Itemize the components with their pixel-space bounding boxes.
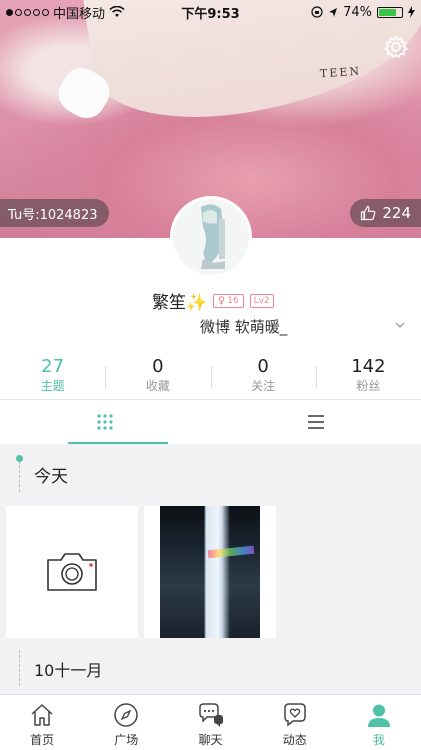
- tabbar-activity[interactable]: 动态: [253, 695, 337, 750]
- status-bar: 中国移动 下午9:53 74%: [0, 0, 421, 24]
- stat-favorites[interactable]: 0 收藏: [105, 356, 210, 398]
- tabbar-me-label: 我: [372, 733, 385, 747]
- tabbar-home[interactable]: 首页: [0, 695, 84, 750]
- likes-count: 224: [382, 204, 411, 222]
- timeline-date-today: 今天: [34, 467, 68, 487]
- charging-icon: [408, 6, 415, 18]
- stat-following-count: 0: [257, 356, 269, 377]
- tabbar-plaza[interactable]: 广场: [84, 695, 168, 750]
- person-icon: [367, 704, 390, 727]
- compass-icon: [114, 703, 139, 727]
- tabbar-chat-label: 聊天: [198, 733, 223, 747]
- tu-id-label: Tu号:1024823: [8, 207, 98, 223]
- timeline-dot: [16, 455, 23, 462]
- tabbar-chat[interactable]: 聊天: [168, 695, 252, 750]
- stat-fans-count: 142: [351, 356, 386, 377]
- stat-topics-label: 主题: [40, 379, 65, 393]
- timeline-connector: [19, 650, 20, 686]
- tabbar-activity-label: 动态: [282, 733, 307, 747]
- stat-following-label: 关注: [251, 379, 276, 393]
- list-icon: [307, 415, 324, 429]
- age-value: 16: [227, 295, 239, 306]
- weibo-link[interactable]: 微博 软萌暖_: [200, 316, 287, 337]
- timeline-date-next: 10十一月: [34, 661, 103, 680]
- female-gender-icon: [218, 296, 225, 305]
- view-tabs: [0, 399, 421, 444]
- camera-upload-tile[interactable]: [6, 506, 138, 638]
- home-icon: [31, 704, 53, 726]
- tab-grid-view[interactable]: [0, 400, 211, 444]
- settings-gear-icon[interactable]: [383, 34, 409, 60]
- photo-thumbnail[interactable]: [144, 506, 276, 638]
- tu-id-badge: Tu号:1024823: [0, 199, 110, 227]
- age-badge: 16: [213, 293, 244, 308]
- tabbar-home-label: 首页: [30, 733, 55, 747]
- stat-following[interactable]: 0 关注: [210, 356, 316, 398]
- likes-button[interactable]: 224: [350, 199, 421, 227]
- heart-bubble-icon: [283, 703, 306, 727]
- grid-dots-icon: [97, 414, 113, 430]
- location-icon: [329, 7, 338, 17]
- stats-row: 27 主题 0 收藏 0 关注 142 粉丝: [0, 356, 421, 398]
- user-name: 繁笙✨: [152, 293, 208, 313]
- tabbar-me[interactable]: 我: [337, 695, 421, 750]
- camera-icon: [47, 553, 97, 591]
- battery-percent: 74%: [343, 4, 372, 20]
- chevron-down-icon[interactable]: [393, 318, 407, 332]
- stat-favorites-label: 收藏: [145, 379, 170, 393]
- tabbar-plaza-label: 广场: [114, 733, 139, 747]
- timeline: 今天 10十一月: [0, 444, 421, 694]
- tab-list-view[interactable]: [211, 400, 421, 444]
- stat-topics[interactable]: 27 主题: [0, 356, 105, 398]
- battery-icon: [377, 6, 403, 18]
- stat-favorites-count: 0: [152, 356, 164, 377]
- avatar[interactable]: [170, 196, 252, 278]
- avatar-image: [173, 199, 249, 275]
- photo-rainbow: [207, 545, 255, 559]
- stat-topics-count: 27: [41, 356, 65, 377]
- name-row: 繁笙✨ 16 Lv2: [152, 288, 274, 313]
- photo-image: [160, 506, 260, 638]
- bottom-tab-bar: 首页 广场 聊天 动态 我: [0, 694, 421, 750]
- chat-icon: [198, 703, 223, 727]
- orientation-lock-icon: [311, 6, 323, 18]
- thumbs-up-icon: [361, 205, 376, 221]
- stat-fans[interactable]: 142 粉丝: [315, 356, 421, 398]
- stat-fans-label: 粉丝: [356, 379, 381, 393]
- level-badge: Lv2: [249, 293, 274, 308]
